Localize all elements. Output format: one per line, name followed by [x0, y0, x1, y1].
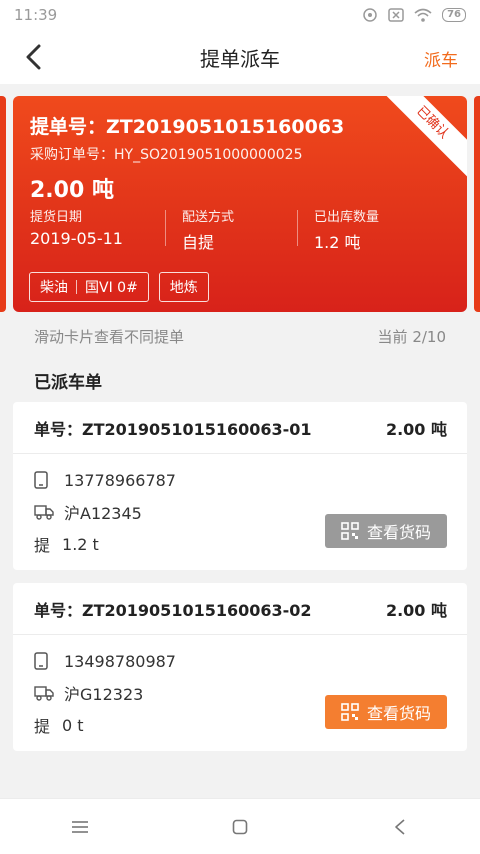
page-indicator: 当前 2/10 [377, 328, 446, 346]
menu-icon [72, 820, 88, 833]
stat-delivery-method: 配送方式 自提 [165, 206, 297, 254]
stat-value: 自提 [182, 233, 215, 252]
system-nav-bar [0, 798, 480, 854]
status-bar: 11:39 76 [0, 0, 480, 30]
stat-label: 提货日期 [30, 210, 83, 225]
purchase-order-number: 采购订单号：HY_SO2019051000000025 [30, 147, 303, 163]
truck-icon [34, 504, 56, 520]
view-code-label: 查看货码 [366, 523, 431, 542]
qr-code-icon [341, 703, 359, 721]
dispatch-header: 单号：ZT2019051015160063-02 2.00 吨 [13, 583, 467, 635]
product-name: 柴油 [40, 280, 68, 296]
tag-divider [76, 280, 77, 294]
phone-icon [34, 471, 56, 489]
dispatch-weight: 2.00 吨 [385, 600, 447, 620]
driver-phone-row: 13498780987 [34, 645, 446, 677]
license-plate: 沪G12323 [64, 685, 144, 704]
hotspot-icon [362, 7, 378, 23]
driver-phone: 13778966787 [64, 470, 176, 490]
product-grade: 国VI 0# [85, 280, 138, 296]
truck-icon [34, 685, 56, 701]
order-stats: 提货日期 2019-05-11 配送方式 自提 已出库数量 1.2 吨 [13, 206, 467, 254]
status-ribbon: 已确认 [369, 96, 467, 186]
wifi-icon [414, 8, 432, 22]
view-code-button[interactable]: 查看货码 [325, 514, 447, 548]
view-code-label: 查看货码 [366, 704, 431, 723]
dispatch-body: 13778966787 沪A12345 提 1.2 t 查看货码 [13, 454, 467, 560]
stat-label: 配送方式 [182, 210, 235, 225]
dispatch-header: 单号：ZT2019051015160063-01 2.00 吨 [13, 402, 467, 454]
home-button[interactable] [220, 807, 260, 847]
driver-phone: 13498780987 [64, 651, 176, 671]
back-button[interactable] [24, 42, 50, 72]
pickup-label: 提 [34, 717, 51, 736]
order-carousel[interactable]: 提单号：ZT2019051015160063 采购订单号：HY_SO201905… [0, 84, 480, 320]
battery-icon: 76 [442, 8, 466, 22]
status-time: 11:39 [14, 6, 58, 24]
driver-phone-row: 13778966787 [34, 464, 446, 496]
dispatch-card[interactable]: 单号：ZT2019051015160063-01 2.00 吨 13778966… [13, 402, 467, 570]
stat-pickup-date: 提货日期 2019-05-11 [13, 206, 165, 254]
dispatch-weight: 2.00 吨 [385, 419, 447, 439]
swipe-hint: 滑动卡片查看不同提单 [34, 328, 185, 346]
order-tags: 柴油 国VI 0# 地炼 [29, 272, 209, 302]
product-tag: 柴油 国VI 0# [29, 272, 149, 302]
status-icons: 76 [362, 7, 466, 23]
dispatch-number: 单号：ZT2019051015160063-02 [34, 600, 312, 620]
prev-card-peek[interactable] [0, 96, 6, 312]
phone-icon [34, 652, 56, 670]
square-icon [232, 819, 248, 834]
next-card-peek[interactable] [474, 96, 480, 312]
chevron-left-icon [26, 44, 41, 70]
carousel-hint: 滑动卡片查看不同提单 当前 2/10 [34, 326, 446, 347]
stat-value: 2019-05-11 [30, 229, 123, 248]
view-code-button[interactable]: 查看货码 [325, 695, 447, 729]
order-number: 提单号：ZT2019051015160063 [30, 116, 345, 138]
dispatch-card[interactable]: 单号：ZT2019051015160063-02 2.00 吨 13498780… [13, 583, 467, 751]
refinery-tag: 地炼 [158, 272, 209, 302]
nav-bar: 提单派车 派车 [0, 30, 480, 84]
pickup-amount: 1.2 t [62, 534, 99, 554]
section-title: 已派车单 [34, 373, 102, 393]
dispatch-button[interactable]: 派车 [424, 46, 458, 71]
stat-value: 1.2 吨 [314, 233, 361, 252]
stat-label: 已出库数量 [314, 210, 380, 225]
pickup-label: 提 [34, 536, 51, 555]
dispatch-body: 13498780987 沪G12323 提 0 t 查看货码 [13, 635, 467, 741]
stat-outbound-quantity: 已出库数量 1.2 吨 [297, 206, 467, 254]
dispatch-number: 单号：ZT2019051015160063-01 [34, 419, 312, 439]
page-title: 提单派车 [200, 46, 280, 71]
license-plate: 沪A12345 [64, 504, 142, 523]
triangle-back-icon [395, 818, 405, 835]
system-back-button[interactable] [380, 807, 420, 847]
order-quantity: 2.00 吨 [30, 178, 114, 203]
no-sim-icon [388, 8, 404, 22]
qr-code-icon [341, 522, 359, 540]
order-card[interactable]: 提单号：ZT2019051015160063 采购订单号：HY_SO201905… [13, 96, 467, 312]
menu-button[interactable] [60, 807, 100, 847]
pickup-amount: 0 t [62, 715, 84, 735]
